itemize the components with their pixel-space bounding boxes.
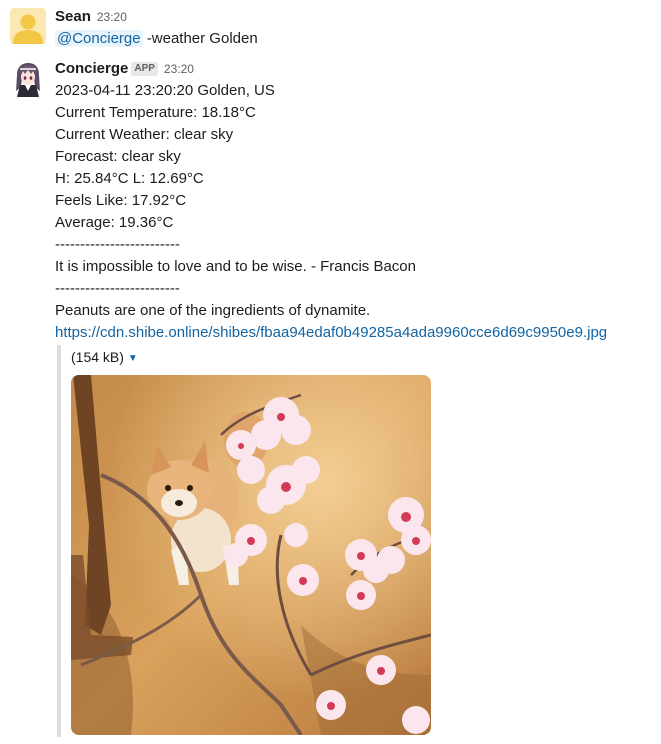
shiba-photo-illustration bbox=[71, 375, 431, 735]
sean-avatar[interactable] bbox=[10, 8, 46, 44]
message-timestamp[interactable]: 23:20 bbox=[97, 10, 127, 24]
weather-high-low: H: 25.84°C L: 12.69°C bbox=[55, 170, 204, 187]
concierge-avatar[interactable] bbox=[10, 61, 46, 97]
app-badge: APP bbox=[131, 62, 158, 76]
weather-current-condition: Current Weather: clear sky bbox=[55, 126, 234, 143]
weather-feels-like: Feels Like: 17.92°C bbox=[55, 192, 187, 209]
default-user-avatar-icon bbox=[10, 8, 46, 44]
message-author[interactable]: Concierge bbox=[55, 60, 128, 77]
weather-datetime-location: 2023-04-11 23:20:20 Golden, US bbox=[55, 82, 275, 99]
attachment-size: (154 kB) bbox=[71, 349, 124, 365]
quote-text: It is impossible to love and to be wise.… bbox=[55, 258, 416, 275]
separator-line: ------------------------- bbox=[55, 280, 180, 297]
fun-fact-text: Peanuts are one of the ingredients of dy… bbox=[55, 302, 371, 319]
message-text: -weather Golden bbox=[142, 30, 258, 47]
message-timestamp[interactable]: 23:20 bbox=[164, 62, 194, 76]
weather-average: Average: 19.36°C bbox=[55, 214, 174, 231]
caret-down-icon[interactable]: ▼ bbox=[128, 349, 138, 369]
message-sean: Sean 23:20 @Concierge -weather Golden bbox=[0, 0, 661, 55]
image-link[interactable]: https://cdn.shibe.online/shibes/fbaa94ed… bbox=[55, 324, 607, 341]
weather-forecast: Forecast: clear sky bbox=[55, 148, 181, 165]
anime-character-avatar-icon bbox=[10, 61, 46, 97]
mention-concierge[interactable]: @Concierge bbox=[55, 30, 143, 47]
weather-current-temperature: Current Temperature: 18.18°C bbox=[55, 104, 256, 121]
image-attachment: (154 kB) ▼ bbox=[57, 345, 441, 737]
message-author[interactable]: Sean bbox=[55, 8, 91, 25]
shiba-inu-photo[interactable] bbox=[71, 375, 431, 735]
separator-line: ------------------------- bbox=[55, 236, 180, 253]
